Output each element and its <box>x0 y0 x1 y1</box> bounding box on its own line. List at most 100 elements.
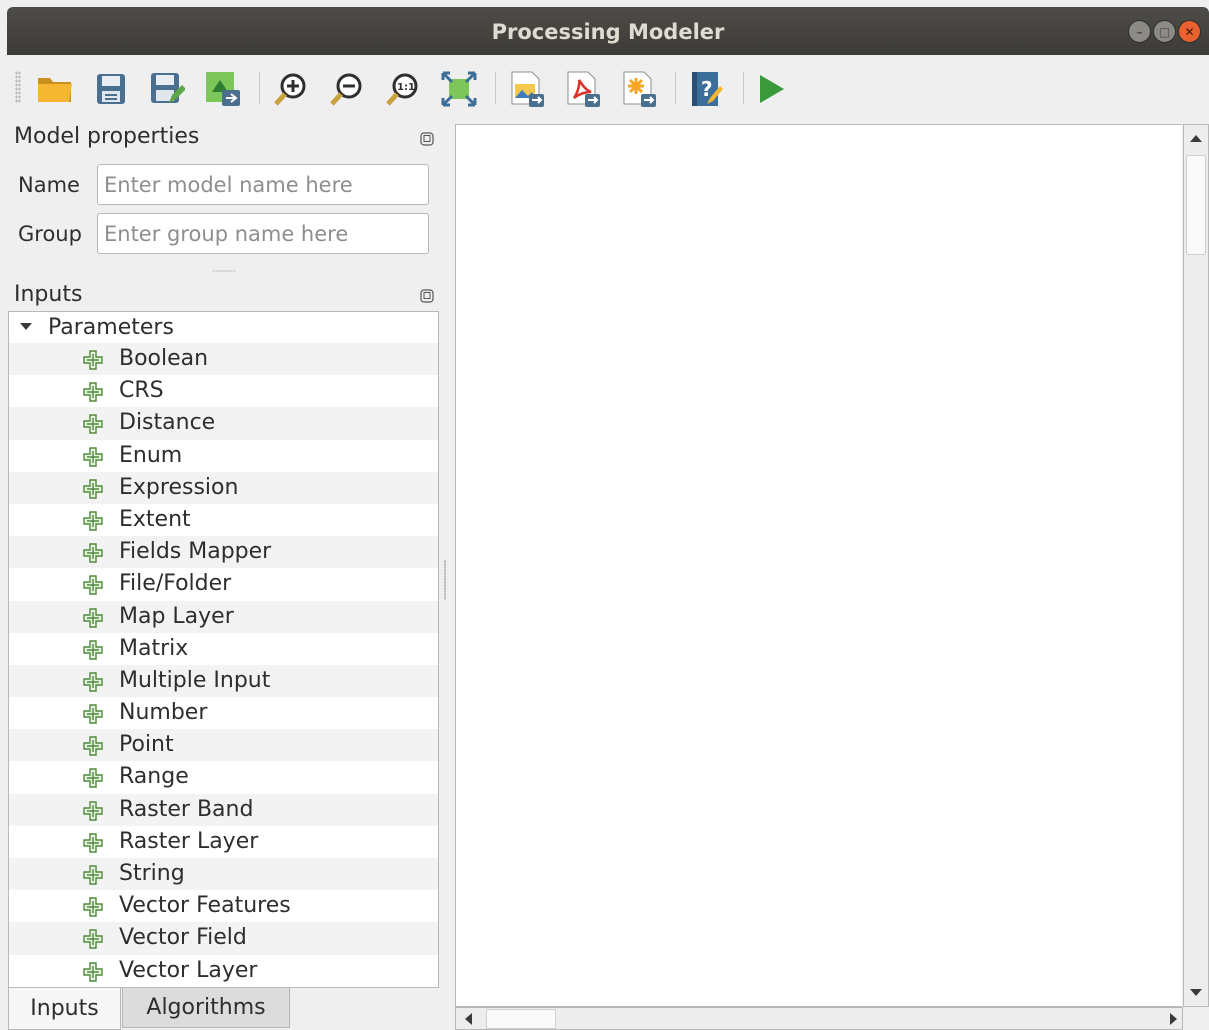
parameter-label: Vector Layer <box>119 957 258 983</box>
horizontal-scroll-thumb[interactable] <box>486 1009 556 1029</box>
inputs-panel-title: Inputs <box>14 282 83 307</box>
tree-item-parameters[interactable]: Parameters <box>9 312 438 343</box>
parameter-label: Vector Features <box>119 893 291 919</box>
undock-icon[interactable] <box>420 288 434 303</box>
plus-icon <box>83 897 103 917</box>
parameter-label: Expression <box>119 474 239 500</box>
parameter-item-map-layer[interactable]: Map Layer <box>9 600 438 633</box>
export-svg-icon[interactable] <box>619 69 659 109</box>
model-properties-title: Model properties <box>14 124 200 149</box>
parameter-item-crs[interactable]: CRS <box>9 375 438 407</box>
parameter-label: Matrix <box>119 635 189 661</box>
maximize-button[interactable]: □ <box>1153 20 1176 43</box>
model-name-input[interactable] <box>97 164 429 205</box>
parameter-item-enum[interactable]: Enum <box>9 440 438 472</box>
parameter-label: Multiple Input <box>119 667 271 693</box>
parameter-label: Vector Field <box>119 925 247 951</box>
parameter-list: Boolean CRS Distance Enum Expression Ext… <box>9 343 438 987</box>
parameter-item-fields-mapper[interactable]: Fields Mapper <box>9 536 438 569</box>
zoom-in-icon[interactable] <box>271 69 311 109</box>
run-model-icon[interactable] <box>751 69 791 109</box>
parameter-item-string[interactable]: String <box>9 858 438 891</box>
processing-modeler-window: Processing Modeler – □ ✕ 1:1 ? Model pro… <box>7 0 1209 1030</box>
save-model-icon[interactable] <box>91 69 131 109</box>
parameter-label: File/Folder <box>119 571 232 597</box>
zoom-full-icon[interactable] <box>439 69 479 109</box>
plus-icon <box>83 543 103 563</box>
plus-icon <box>83 768 103 789</box>
plus-icon <box>83 511 103 531</box>
plus-icon <box>83 865 103 885</box>
scroll-up-arrow-icon[interactable] <box>1190 135 1202 142</box>
parameter-label: Number <box>119 700 208 726</box>
dock-splitter[interactable] <box>444 560 446 600</box>
parameter-item-matrix[interactable]: Matrix <box>9 633 438 665</box>
horizontal-scrollbar[interactable] <box>455 1007 1183 1030</box>
save-model-as-icon[interactable] <box>147 69 187 109</box>
plus-icon <box>83 446 103 467</box>
toolbar-grip[interactable] <box>15 71 21 103</box>
tab-algorithms[interactable]: Algorithms <box>122 988 290 1028</box>
scroll-down-arrow-icon[interactable] <box>1190 989 1202 996</box>
export-pdf-icon[interactable] <box>563 69 603 109</box>
parameter-item-vector-field[interactable]: Vector Field <box>9 922 438 955</box>
model-group-input[interactable] <box>97 213 429 254</box>
parameter-item-raster-band[interactable]: Raster Band <box>9 793 438 826</box>
parameter-label: Map Layer <box>119 603 234 629</box>
vertical-scroll-thumb[interactable] <box>1186 155 1206 255</box>
parameter-item-multiple-input[interactable]: Multiple Input <box>9 664 438 698</box>
minimize-button[interactable]: – <box>1128 20 1151 43</box>
panel-splitter[interactable] <box>212 270 236 272</box>
plus-icon <box>83 800 103 821</box>
vertical-scrollbar[interactable] <box>1183 124 1209 1007</box>
undock-icon[interactable] <box>420 131 434 146</box>
close-button[interactable]: ✕ <box>1178 20 1201 43</box>
plus-icon <box>83 833 103 853</box>
parameter-item-extent[interactable]: Extent <box>9 504 438 536</box>
parameter-label: Distance <box>119 410 216 436</box>
zoom-out-icon[interactable] <box>327 69 367 109</box>
collapse-arrow-icon[interactable] <box>20 323 32 330</box>
plus-icon <box>83 350 103 370</box>
window-title: Processing Modeler <box>491 20 725 44</box>
tab-inputs[interactable]: Inputs <box>8 988 121 1030</box>
scroll-left-arrow-icon[interactable] <box>465 1013 472 1025</box>
plus-icon <box>83 414 103 435</box>
tree-root-label: Parameters <box>48 315 174 340</box>
group-label: Group <box>18 222 82 246</box>
plus-icon <box>83 607 103 628</box>
zoom-actual-icon[interactable]: 1:1 <box>383 69 423 109</box>
parameter-item-number[interactable]: Number <box>9 697 438 729</box>
name-label: Name <box>18 173 80 197</box>
open-model-icon[interactable] <box>35 69 75 109</box>
plus-icon <box>83 575 103 596</box>
parameter-item-distance[interactable]: Distance <box>9 407 438 440</box>
plus-icon <box>83 929 103 950</box>
scroll-right-arrow-icon[interactable] <box>1170 1013 1177 1025</box>
parameter-item-range[interactable]: Range <box>9 761 438 793</box>
parameter-label: Range <box>119 764 189 790</box>
parameter-item-vector-layer[interactable]: Vector Layer <box>9 955 438 987</box>
toolbar: 1:1 ? <box>7 55 1209 119</box>
export-model-icon[interactable] <box>203 69 243 109</box>
window-controls: – □ ✕ <box>1128 20 1201 43</box>
parameter-item-raster-layer[interactable]: Raster Layer <box>9 826 438 858</box>
model-canvas[interactable] <box>455 124 1182 1007</box>
parameter-label: Raster Layer <box>119 828 259 854</box>
plus-icon <box>83 479 103 499</box>
inputs-tree: Parameters Boolean CRS Distance Enum Exp… <box>8 311 439 988</box>
parameter-item-vector-features[interactable]: Vector Features <box>9 890 438 922</box>
parameter-label: Fields Mapper <box>119 539 272 565</box>
parameter-label: Extent <box>119 506 191 532</box>
plus-icon <box>83 704 103 724</box>
parameter-label: Boolean <box>119 346 209 371</box>
export-image-icon[interactable] <box>507 69 547 109</box>
plus-icon <box>83 961 103 982</box>
parameter-item-expression[interactable]: Expression <box>9 471 438 504</box>
parameter-item-file-folder[interactable]: File/Folder <box>9 568 438 600</box>
parameter-label: String <box>119 861 185 886</box>
parameter-item-point[interactable]: Point <box>9 729 438 762</box>
plus-icon <box>83 672 103 692</box>
edit-help-icon[interactable]: ? <box>687 69 727 109</box>
parameter-item-boolean[interactable]: Boolean <box>9 343 438 376</box>
